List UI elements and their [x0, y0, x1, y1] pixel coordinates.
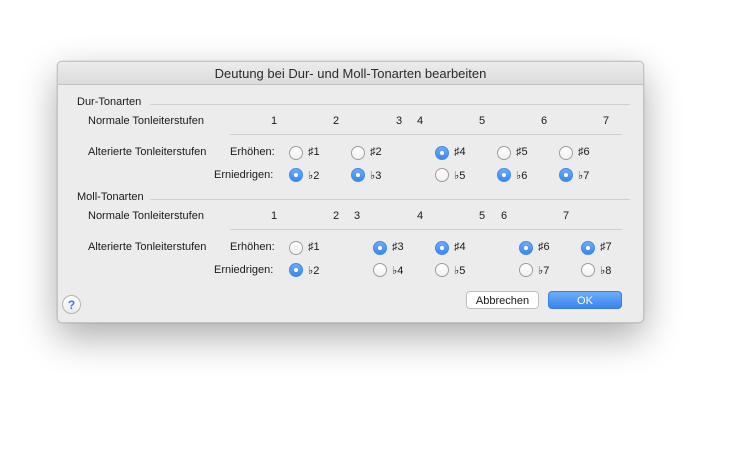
major-lower-flat-5-label: ♭5 — [454, 170, 466, 182]
major-lower-flat-3-radio[interactable] — [351, 168, 365, 182]
minor-lower-flat-8-label: ♭8 — [600, 265, 612, 277]
major-normal-degrees-label: Normale Tonleiterstufen — [88, 115, 204, 127]
minor-raise-sharp-6-radio[interactable] — [519, 241, 533, 255]
major-lower-flat-2-radio[interactable] — [289, 168, 303, 182]
major-raise-sharp-5-label: ♯5 — [516, 146, 528, 158]
minor-raise-sharp-1-label: ♯1 — [308, 241, 320, 253]
minor-lower-flat-2-radio[interactable] — [289, 263, 303, 277]
minor-degrees-divider — [230, 229, 622, 230]
major-lower-flat-7-radio[interactable] — [559, 168, 573, 182]
minor-section-divider — [150, 199, 630, 200]
minor-raise-sharp-4-radio[interactable] — [435, 241, 449, 255]
cancel-button[interactable]: Abbrechen — [466, 291, 539, 309]
major-raise-sharp-2-radio[interactable] — [351, 146, 365, 160]
minor-raise-label: Erhöhen: — [230, 241, 275, 253]
major-raise-sharp-1-radio[interactable] — [289, 146, 303, 160]
major-degree-5: 5 — [478, 115, 486, 127]
major-lower-flat-5-radio[interactable] — [435, 168, 449, 182]
minor-degree-4: 4 — [416, 210, 424, 222]
major-lower-flat-2-label: ♭2 — [308, 170, 320, 182]
minor-lower-flat-7-label: ♭7 — [538, 265, 550, 277]
minor-lower-flat-7-radio[interactable] — [519, 263, 533, 277]
minor-normal-degrees-label: Normale Tonleiterstufen — [88, 210, 204, 222]
major-raise-sharp-5-radio[interactable] — [497, 146, 511, 160]
major-degree-2: 2 — [332, 115, 340, 127]
minor-lower-flat-8-radio[interactable] — [581, 263, 595, 277]
minor-degree-3: 3 — [353, 210, 361, 222]
edit-major-minor-interpretation-dialog: Deutung bei Dur- und Moll-Tonarten bearb… — [57, 61, 644, 323]
major-degree-1: 1 — [270, 115, 278, 127]
minor-raise-sharp-6-label: ♯6 — [538, 241, 550, 253]
major-degree-4: 4 — [416, 115, 424, 127]
major-raise-sharp-1-label: ♯1 — [308, 146, 320, 158]
major-degrees-divider — [230, 134, 622, 135]
major-raise-sharp-4-radio[interactable] — [435, 146, 449, 160]
minor-raise-sharp-3-radio[interactable] — [373, 241, 387, 255]
minor-lower-flat-2-label: ♭2 — [308, 265, 320, 277]
minor-degree-1: 1 — [270, 210, 278, 222]
minor-lower-flat-4-radio[interactable] — [373, 263, 387, 277]
minor-lower-flat-5-label: ♭5 — [454, 265, 466, 277]
major-lower-label: Erniedrigen: — [214, 169, 274, 181]
minor-raise-sharp-1-radio[interactable] — [289, 241, 303, 255]
minor-raise-sharp-3-label: ♯3 — [392, 241, 404, 253]
minor-lower-flat-4-label: ♭4 — [392, 265, 404, 277]
minor-section-title: Moll-Tonarten — [77, 191, 144, 203]
help-button[interactable]: ? — [62, 295, 81, 314]
major-degree-7: 7 — [602, 115, 610, 127]
minor-lower-flat-5-radio[interactable] — [435, 263, 449, 277]
major-raise-sharp-6-label: ♯6 — [578, 146, 590, 158]
major-section-divider — [150, 104, 630, 105]
minor-degree-5: 5 — [478, 210, 486, 222]
major-raise-sharp-2-label: ♯2 — [370, 146, 382, 158]
major-degree-6: 6 — [540, 115, 548, 127]
major-lower-flat-3-label: ♭3 — [370, 170, 382, 182]
dialog-title: Deutung bei Dur- und Moll-Tonarten bearb… — [58, 62, 643, 85]
major-lower-flat-6-radio[interactable] — [497, 168, 511, 182]
major-lower-flat-6-label: ♭6 — [516, 170, 528, 182]
minor-degree-6: 6 — [500, 210, 508, 222]
major-section-title: Dur-Tonarten — [77, 96, 142, 108]
minor-degree-7: 7 — [562, 210, 570, 222]
minor-raise-sharp-7-radio[interactable] — [581, 241, 595, 255]
minor-lower-label: Erniedrigen: — [214, 264, 274, 276]
ok-button[interactable]: OK — [548, 291, 622, 309]
major-altered-degrees-label: Alterierte Tonleiterstufen — [88, 146, 207, 158]
minor-degree-2: 2 — [332, 210, 340, 222]
major-lower-flat-7-label: ♭7 — [578, 170, 590, 182]
major-raise-sharp-4-label: ♯4 — [454, 146, 466, 158]
minor-raise-sharp-4-label: ♯4 — [454, 241, 466, 253]
major-degree-3: 3 — [395, 115, 403, 127]
minor-raise-sharp-7-label: ♯7 — [600, 241, 612, 253]
major-raise-label: Erhöhen: — [230, 146, 275, 158]
major-raise-sharp-6-radio[interactable] — [559, 146, 573, 160]
minor-altered-degrees-label: Alterierte Tonleiterstufen — [88, 241, 207, 253]
